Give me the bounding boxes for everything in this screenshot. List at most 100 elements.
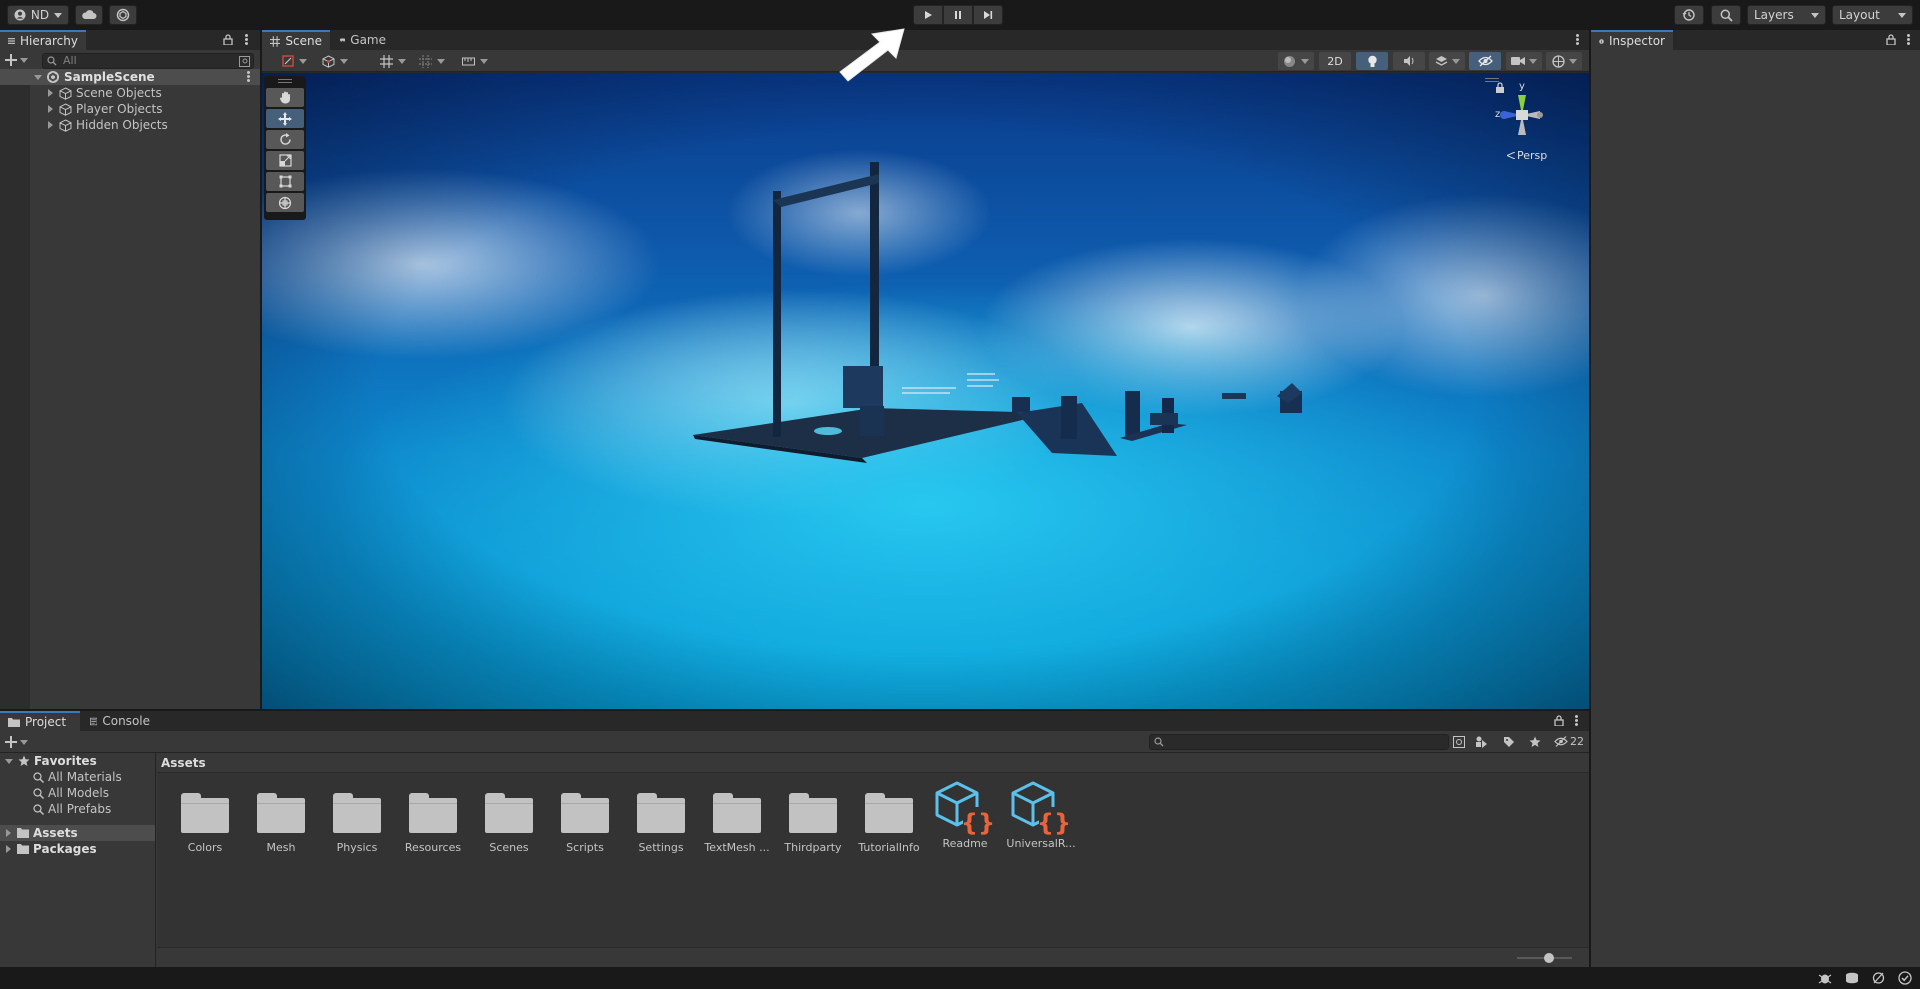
star-icon[interactable] — [1529, 736, 1541, 748]
more-options-icon[interactable] — [1572, 33, 1582, 47]
lock-icon[interactable] — [1554, 715, 1564, 726]
scene-search-icon[interactable] — [239, 56, 250, 67]
create-button[interactable] — [5, 54, 28, 66]
snap-increment-dropdown[interactable] — [415, 52, 449, 70]
favorites-item[interactable]: All Prefabs — [0, 801, 155, 817]
scene-tabbar: Scene Game — [262, 30, 1589, 50]
create-asset-button[interactable] — [5, 736, 28, 748]
tree-item-assets[interactable]: Assets — [0, 825, 155, 841]
asset-folder[interactable]: Mesh — [243, 793, 319, 854]
tab-game[interactable]: Game — [332, 30, 394, 50]
rotate-tool-button[interactable] — [266, 130, 304, 149]
move-tool-button[interactable] — [266, 109, 304, 128]
scene-row[interactable]: SampleScene — [0, 69, 260, 85]
lock-icon[interactable] — [1886, 34, 1896, 45]
pivot-dropdown[interactable] — [317, 52, 353, 70]
shaded-sphere-icon — [1284, 55, 1295, 67]
tab-scene[interactable]: Scene — [262, 30, 330, 50]
toggle-2d-button[interactable]: 2D — [1319, 52, 1351, 70]
cloud-button[interactable] — [75, 5, 103, 25]
search-by-scene-icon[interactable] — [1453, 736, 1465, 748]
expand-arrow-icon[interactable] — [5, 758, 13, 764]
effects-dropdown[interactable] — [1429, 52, 1465, 70]
asset-folder[interactable]: Colors — [167, 793, 243, 854]
hierarchy-item[interactable]: Player Objects — [0, 101, 260, 117]
expand-arrow-icon[interactable] — [6, 829, 11, 837]
shading-mode-dropdown[interactable] — [1278, 52, 1314, 70]
gizmo-drag-handle[interactable] — [1485, 78, 1499, 79]
asset-folder[interactable]: Thirdparty — [775, 793, 851, 854]
increment-snap-dropdown[interactable] — [458, 52, 492, 70]
icon-size-slider-thumb[interactable] — [1544, 953, 1554, 963]
more-options-icon[interactable] — [241, 33, 251, 47]
progress-check-icon[interactable] — [1898, 971, 1912, 985]
lock-icon[interactable] — [223, 34, 233, 45]
favorites-row[interactable]: Favorites — [0, 753, 155, 769]
auto-generate-lighting-icon[interactable] — [1872, 972, 1885, 984]
debug-bug-icon[interactable] — [1818, 972, 1832, 984]
drag-handle[interactable] — [278, 79, 292, 80]
layers-dropdown[interactable]: Layers — [1747, 5, 1826, 25]
search-icon — [33, 787, 44, 799]
more-options-icon[interactable] — [1903, 33, 1913, 47]
grid-snap-dropdown[interactable] — [376, 52, 410, 70]
expand-arrow-icon[interactable] — [6, 845, 11, 853]
tab-project[interactable]: Project — [0, 711, 80, 731]
perspective-icon — [1507, 152, 1515, 159]
play-button[interactable] — [913, 5, 943, 25]
favorites-item[interactable]: All Models — [0, 785, 155, 801]
rect-tool-button[interactable] — [266, 172, 304, 191]
asset-folder[interactable]: TutorialInfo — [851, 793, 927, 854]
hierarchy-search-input[interactable]: All — [42, 53, 254, 69]
expand-arrow-icon[interactable] — [34, 74, 42, 80]
asset-folder[interactable]: Scripts — [547, 793, 623, 854]
account-dropdown[interactable]: ND — [7, 5, 69, 25]
orientation-gizmo[interactable] — [1492, 85, 1552, 145]
tag-icon[interactable] — [1503, 736, 1515, 748]
asset-folder[interactable]: TextMesh ... — [699, 793, 775, 854]
folder-icon — [17, 844, 29, 854]
lighting-toggle[interactable] — [1356, 52, 1388, 70]
asset-folder[interactable]: Physics — [319, 793, 395, 854]
more-options-icon[interactable] — [243, 70, 253, 84]
hierarchy-item[interactable]: Hidden Objects — [0, 117, 260, 133]
asset-folder[interactable]: Resources — [395, 793, 471, 854]
step-button[interactable] — [973, 5, 1003, 25]
hierarchy-item[interactable]: Scene Objects — [0, 85, 260, 101]
hand-tool-button[interactable] — [266, 88, 304, 107]
project-search-input[interactable] — [1149, 734, 1449, 750]
cache-server-icon[interactable] — [1845, 972, 1859, 984]
tab-hierarchy[interactable]: Hierarchy — [0, 30, 86, 50]
tab-console[interactable]: Console — [82, 711, 158, 731]
gizmos-dropdown[interactable] — [1546, 52, 1582, 70]
pause-button[interactable] — [943, 5, 973, 25]
hierarchy-item-label: Scene Objects — [76, 86, 162, 100]
projection-toggle[interactable]: Persp — [1507, 149, 1547, 162]
asset-script-object[interactable]: {} Readme — [927, 779, 1003, 850]
camera-settings-dropdown[interactable] — [1506, 52, 1542, 70]
scene-visibility-toggle[interactable] — [1469, 52, 1501, 70]
transform-tool-button[interactable] — [266, 193, 304, 212]
hidden-packages-toggle[interactable]: 22 — [1554, 735, 1584, 748]
scale-tool-button[interactable] — [266, 151, 304, 170]
scene-viewport[interactable]: y z Persp — [262, 73, 1589, 709]
expand-arrow-icon[interactable] — [48, 89, 53, 97]
draw-mode-dropdown[interactable] — [276, 52, 312, 70]
tree-item-packages[interactable]: Packages — [0, 841, 155, 857]
asset-folder[interactable]: Settings — [623, 793, 699, 854]
audio-toggle[interactable] — [1393, 52, 1425, 70]
tab-inspector[interactable]: Inspector — [1591, 30, 1673, 50]
more-options-icon[interactable] — [1571, 714, 1581, 728]
layout-dropdown[interactable]: Layout — [1832, 5, 1913, 25]
drag-handle[interactable] — [278, 82, 292, 83]
expand-arrow-icon[interactable] — [48, 121, 53, 129]
undo-history-button[interactable] — [1674, 5, 1704, 25]
search-button[interactable] — [1711, 5, 1741, 25]
asset-folder[interactable]: Scenes — [471, 793, 547, 854]
filter-by-type-icon[interactable] — [1475, 736, 1488, 748]
expand-arrow-icon[interactable] — [48, 105, 53, 113]
breadcrumb-item[interactable]: Assets — [161, 756, 206, 770]
asset-script-object[interactable]: {} UniversalR... — [1003, 779, 1079, 850]
collab-button[interactable] — [109, 5, 137, 25]
favorites-item[interactable]: All Materials — [0, 769, 155, 785]
